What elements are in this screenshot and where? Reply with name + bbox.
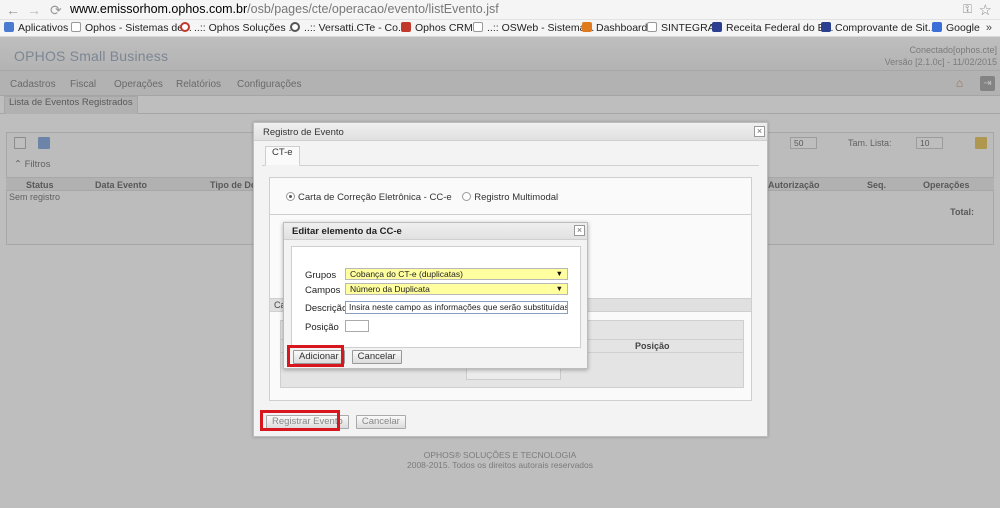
close-icon[interactable]: × — [574, 225, 585, 236]
url-path: /osb/pages/cte/operacao/evento/listEvent… — [247, 2, 499, 16]
bookmark-osweb[interactable]: ..:: OSWeb - Sistema... — [473, 20, 594, 36]
dialog-titlebar: Registro de Evento × — [254, 123, 767, 141]
bookmark-star-icon[interactable]: ☆ — [979, 1, 992, 19]
descricao-label: Descrição — [305, 303, 348, 314]
dialog-title: Editar elemento da CC-e — [292, 226, 402, 237]
url-domain: www.emissorhom.ophos.com.br — [70, 2, 248, 16]
radio-multimodal[interactable]: Registro Multimodal — [462, 192, 558, 203]
radio-unselected-icon — [462, 192, 472, 201]
dashboard-icon — [582, 22, 592, 32]
circle-icon — [290, 22, 300, 32]
page-icon — [71, 22, 81, 32]
highlight-adicionar — [287, 345, 344, 367]
bookmark-ophos-sistemas[interactable]: Ophos - Sistemas de... — [71, 20, 192, 36]
forward-arrow-icon[interactable]: → — [27, 2, 41, 18]
cancelar-edicao-button[interactable]: Cancelar — [351, 350, 402, 364]
descricao-input[interactable]: Insira neste campo as informações que se… — [345, 301, 568, 314]
grupos-label: Grupos — [305, 270, 337, 281]
browser-toolbar: ← → ⟳ www.emissorhom.ophos.com.br/osb/pa… — [0, 0, 1000, 20]
dialog-title: Registro de Evento — [263, 127, 344, 138]
grid-pager[interactable] — [466, 368, 561, 380]
col-posicao[interactable]: Posição — [635, 341, 670, 351]
bookmark-dashboard[interactable]: Dashboard — [582, 20, 647, 36]
dropdown-arrow-icon: ▼ — [555, 284, 563, 293]
bookmark-aplicativos[interactable]: Aplicativos — [4, 20, 68, 36]
bookmark-ophos-crm[interactable]: Ophos CRM — [401, 20, 473, 36]
apps-grid-icon — [4, 22, 14, 32]
bookmark-comprovante[interactable]: Comprovante de Sit... — [821, 20, 937, 36]
cube-icon — [401, 22, 411, 32]
bookmark-sintegra[interactable]: SINTEGRA — [647, 20, 715, 36]
flag-icon — [712, 22, 722, 32]
campos-select[interactable]: Número da Duplicata ▼ — [345, 283, 568, 295]
divider — [270, 214, 751, 215]
address-bar[interactable]: www.emissorhom.ophos.com.br/osb/pages/ct… — [70, 0, 499, 20]
posicao-input[interactable] — [345, 320, 369, 332]
posicao-label: Posição — [305, 322, 339, 333]
evento-type-options: Carta de Correção Eletrônica - CC-e Regi… — [286, 192, 558, 203]
grupos-select[interactable]: Cobança do CT-e (duplicatas) ▼ — [345, 268, 568, 280]
dialog-tabs: CT-e — [262, 146, 759, 166]
flag-icon — [821, 22, 831, 32]
radio-selected-icon — [286, 192, 295, 201]
highlight-registrar-evento — [260, 410, 340, 431]
page-icon — [647, 22, 657, 32]
bookmark-receita-federal[interactable]: Receita Federal do B... — [712, 20, 833, 36]
editar-form: Grupos Cobança do CT-e (duplicatas) ▼ Cam… — [291, 246, 581, 348]
bookmarks-bar: Aplicativos Ophos - Sistemas de... ..:: … — [0, 20, 1000, 37]
bookmark-ophos-solucoes[interactable]: ..:: Ophos Soluções ... — [180, 20, 297, 36]
google-icon — [932, 22, 942, 32]
campos-label: Campos — [305, 285, 341, 296]
key-icon[interactable]: ⚿ — [963, 2, 972, 17]
dropdown-arrow-icon: ▼ — [555, 269, 563, 278]
bookmarks-more-icon[interactable]: » — [986, 20, 992, 36]
back-arrow-icon[interactable]: ← — [6, 2, 20, 18]
bookmark-versatti[interactable]: ..:: Versatti.CTe - Co... — [290, 20, 407, 36]
page-icon — [473, 22, 483, 32]
circle-icon — [180, 22, 190, 32]
bookmark-google[interactable]: Google — [932, 20, 980, 36]
dialog-titlebar: Editar elemento da CC-e × — [284, 223, 587, 240]
radio-cce[interactable]: Carta de Correção Eletrônica - CC-e — [286, 192, 452, 203]
close-icon[interactable]: × — [754, 126, 765, 137]
cancelar-registro-button[interactable]: Cancelar — [355, 415, 406, 429]
reload-icon[interactable]: ⟳ — [50, 2, 62, 19]
tab-cte[interactable]: CT-e — [265, 146, 300, 166]
